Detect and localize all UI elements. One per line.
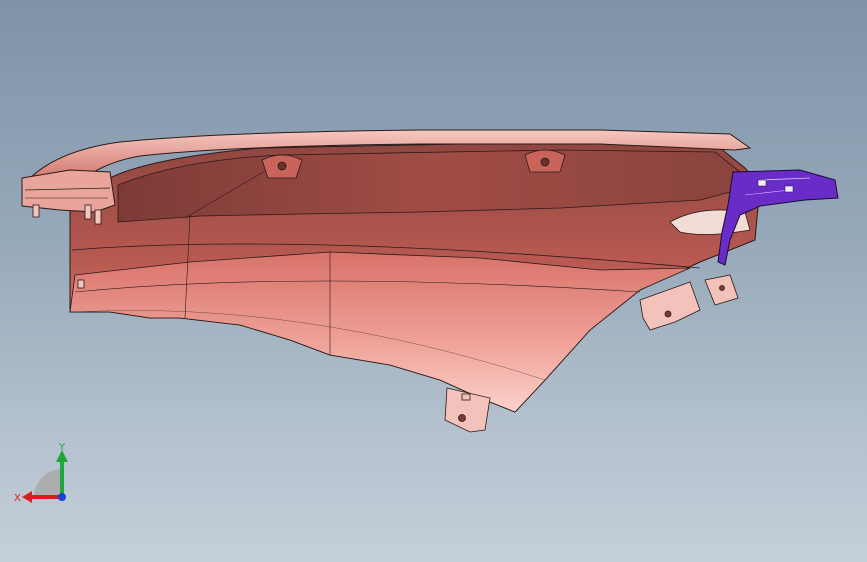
lower-surface [69, 251, 691, 413]
x-axis-label: X [14, 493, 21, 504]
orientation-triad: Y X [14, 442, 68, 504]
3d-viewport[interactable]: Y X [0, 0, 867, 562]
x-axis-arrow [22, 491, 32, 503]
purple-bracket [717, 169, 839, 266]
z-axis-dot [58, 493, 66, 501]
y-axis-label: Y [58, 442, 66, 453]
fender-model[interactable] [0, 0, 867, 562]
triad-plane [34, 469, 62, 497]
